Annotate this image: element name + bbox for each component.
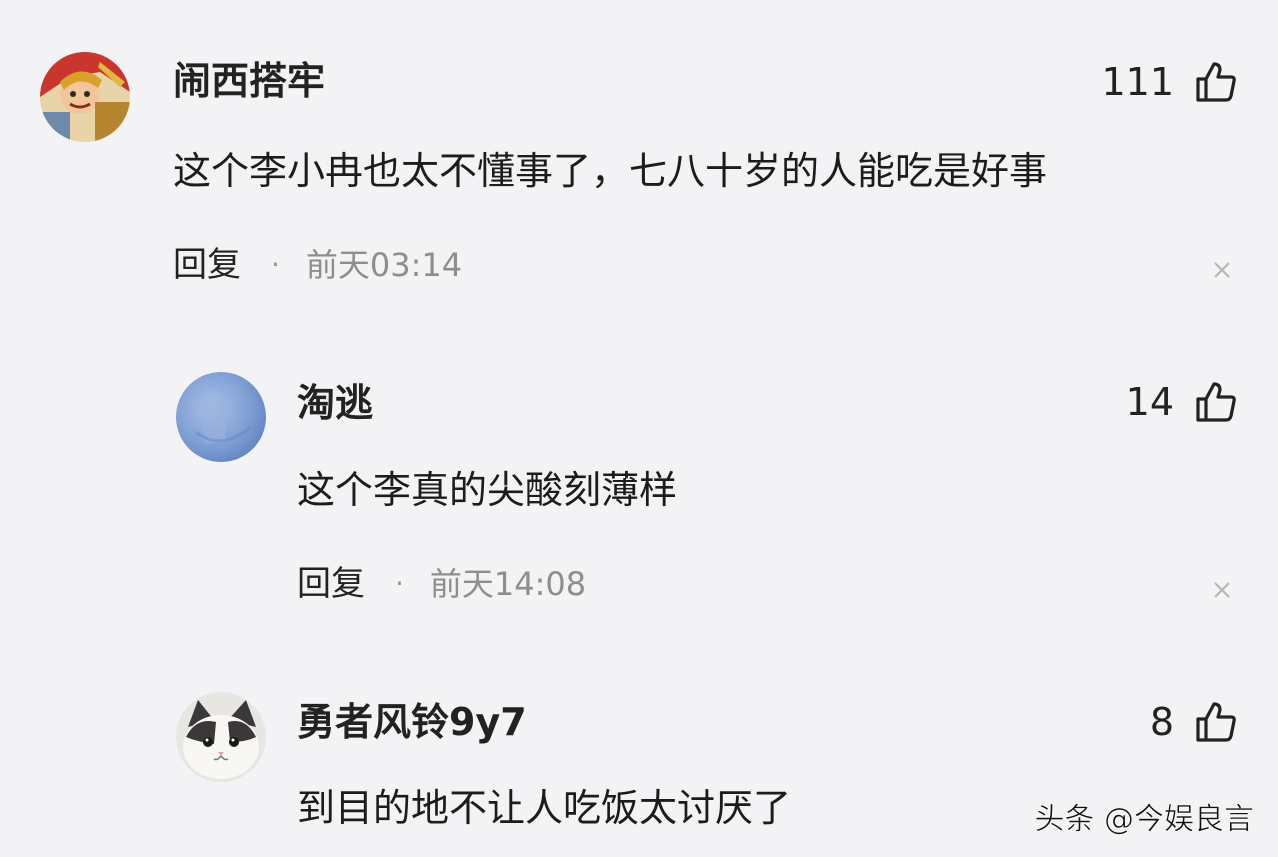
comment-text: 这个李真的尖酸刻薄样: [297, 468, 678, 512]
like-button[interactable]: 111: [1101, 60, 1238, 104]
close-button[interactable]: [1212, 260, 1232, 284]
comment-text: 这个李小冉也太不懂事了，七八十岁的人能吃是好事: [173, 149, 1048, 193]
cat-avatar-icon: [176, 692, 266, 782]
monkey-king-avatar-icon: [40, 52, 130, 142]
user-avatar[interactable]: [176, 372, 266, 462]
thumbs-up-icon: [1196, 702, 1236, 742]
comment-username[interactable]: 勇者风铃9y7: [297, 703, 527, 741]
reply-button[interactable]: 回复: [173, 248, 241, 282]
comment-meta: 回复 · 前天14:08: [297, 567, 586, 601]
like-button[interactable]: 14: [1126, 380, 1238, 424]
watermark: 头条 @今娱良言: [1034, 802, 1254, 837]
meta-separator: ·: [395, 567, 404, 600]
user-avatar[interactable]: [176, 692, 266, 782]
comment-text: 到目的地不让人吃饭太讨厌了: [297, 786, 792, 830]
comment-time: 前天14:08: [429, 565, 587, 603]
close-button[interactable]: [1212, 580, 1232, 604]
thumbs-up-icon: [1196, 382, 1236, 422]
like-count: 8: [1149, 700, 1174, 744]
thumbs-up-icon: [1196, 62, 1236, 102]
close-icon: [1214, 582, 1230, 598]
comment-time: 前天03:14: [305, 246, 463, 284]
comment-list: 闹西搭牢 111 这个李小冉也太不懂事了，七八十岁的人能吃是好事 回复 · 前天…: [0, 0, 1278, 857]
like-button[interactable]: 8: [1150, 700, 1238, 744]
like-count: 14: [1125, 380, 1174, 424]
blue-sphere-avatar-icon: [176, 372, 266, 462]
meta-separator: ·: [271, 248, 280, 281]
comment-username[interactable]: 闹西搭牢: [173, 62, 325, 100]
comment-username[interactable]: 淘逃: [297, 384, 373, 422]
user-avatar[interactable]: [40, 52, 130, 142]
comment-meta: 回复 · 前天03:14: [173, 248, 462, 282]
close-icon: [1214, 262, 1230, 278]
reply-button[interactable]: 回复: [297, 567, 365, 601]
like-count: 111: [1101, 60, 1174, 104]
